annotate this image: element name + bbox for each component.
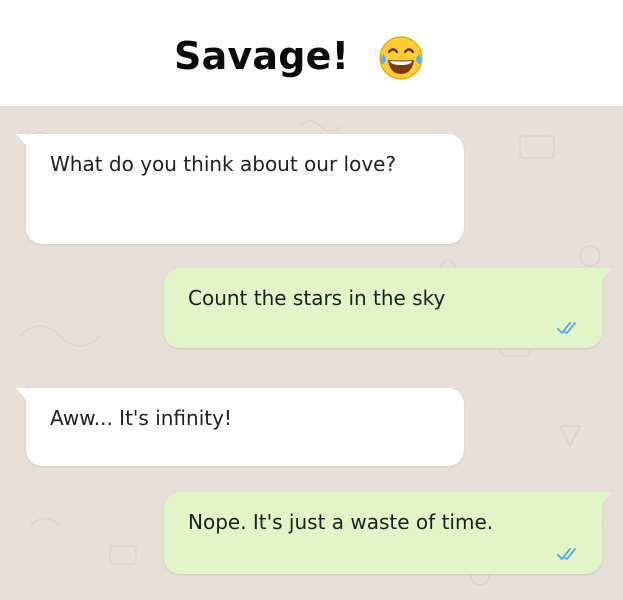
bubble-tail	[16, 134, 28, 148]
meme-title: Savage!	[174, 34, 350, 78]
meme-header: Savage!	[0, 0, 623, 106]
laughing-emoji-icon	[379, 36, 423, 80]
message-text: Nope. It's just a waste of time.	[188, 510, 494, 534]
double-check-icon	[557, 322, 576, 334]
bubble-tail	[600, 268, 612, 282]
message-text: Count the stars in the sky	[188, 286, 446, 310]
incoming-message-bubble[interactable]: What do you think about our love?	[16, 134, 464, 244]
incoming-message-bubble[interactable]: Aww... It's infinity!	[16, 388, 464, 466]
bubble-tail	[16, 388, 28, 402]
outgoing-message-bubble[interactable]: Nope. It's just a waste of time.	[164, 492, 612, 574]
outgoing-message-bubble[interactable]: Count the stars in the sky	[164, 268, 612, 348]
bubble-tail	[600, 492, 612, 506]
message-text: What do you think about our love?	[50, 152, 397, 176]
message-text: Aww... It's infinity!	[50, 406, 232, 430]
double-check-icon	[557, 548, 576, 560]
